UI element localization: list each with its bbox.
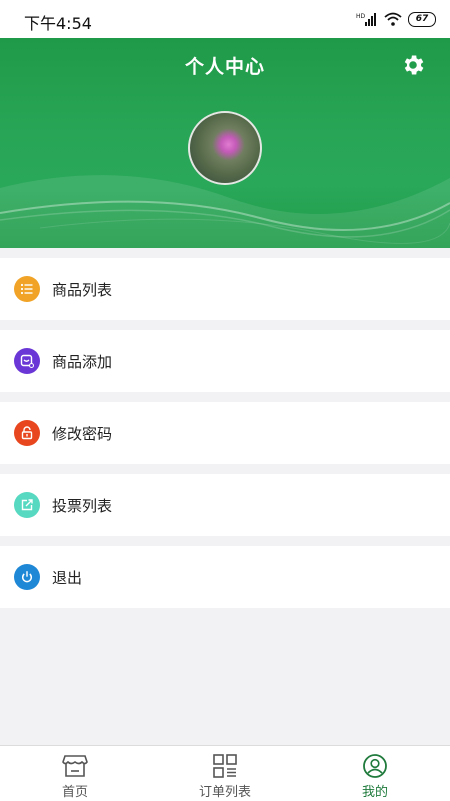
bottom-tab-bar: 首页 订单列表 我的 <box>0 745 450 801</box>
tab-label: 我的 <box>361 785 388 800</box>
status-bar: 下午4:54 HD 67 <box>0 0 450 38</box>
svg-text:HD: HD <box>356 13 366 20</box>
menu-item-label: 商品列表 <box>52 280 113 299</box>
menu-item-change-password[interactable]: 修改密码 <box>0 402 450 464</box>
page-title: 个人中心 <box>184 56 265 78</box>
signal-icon: HD <box>356 12 378 26</box>
menu-item-vote-list[interactable]: 投票列表 <box>0 474 450 536</box>
list-icon <box>14 276 40 302</box>
menu-item-label: 退出 <box>52 568 83 587</box>
tab-orders[interactable]: 订单列表 <box>150 746 300 801</box>
wifi-icon <box>384 12 402 26</box>
avatar[interactable] <box>188 111 262 185</box>
tab-home[interactable]: 首页 <box>0 746 150 801</box>
power-icon <box>14 564 40 590</box>
menu-item-label: 商品添加 <box>52 352 113 371</box>
menu-item-logout[interactable]: 退出 <box>0 546 450 608</box>
profile-menu: 商品列表 商品添加 修改密码 投票列表 退出 <box>0 258 450 618</box>
user-icon <box>363 754 387 778</box>
battery-indicator: 67 <box>408 11 436 27</box>
status-time: 下午4:54 <box>24 14 92 33</box>
tab-label: 订单列表 <box>198 785 251 800</box>
profile-header: 个人中心 <box>0 38 450 248</box>
menu-item-label: 投票列表 <box>52 496 113 515</box>
unlock-icon <box>14 420 40 446</box>
share-icon <box>14 492 40 518</box>
menu-item-product-list[interactable]: 商品列表 <box>0 258 450 320</box>
add-item-icon <box>14 348 40 374</box>
menu-item-label: 修改密码 <box>52 424 113 443</box>
store-icon <box>62 755 88 777</box>
tab-label: 首页 <box>61 785 88 800</box>
grid-list-icon <box>213 754 237 778</box>
tab-mine[interactable]: 我的 <box>300 746 450 801</box>
status-icons: HD 67 <box>356 9 436 29</box>
menu-item-add-product[interactable]: 商品添加 <box>0 330 450 392</box>
gear-icon[interactable] <box>400 52 426 78</box>
